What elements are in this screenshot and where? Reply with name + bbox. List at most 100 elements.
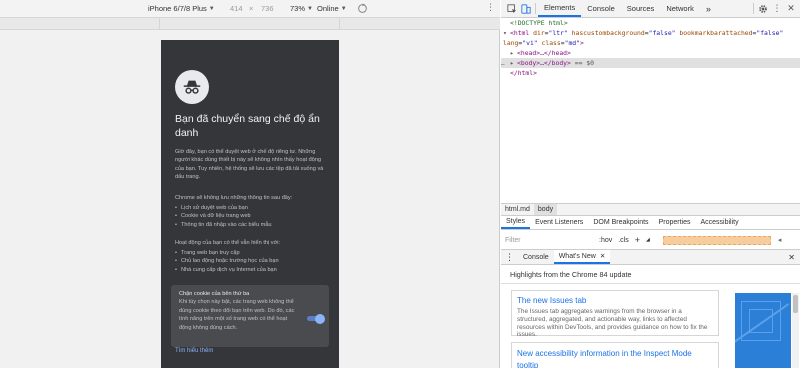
list-item: Trang web bạn truy cập <box>175 249 327 258</box>
incognito-page: Bạn đã chuyển sang chế độ ẩn danh Giờ đâ… <box>161 40 339 368</box>
attr-value: "false" <box>648 29 676 37</box>
width-input[interactable]: 414 <box>230 4 243 13</box>
block-cookies-toggle[interactable] <box>307 313 325 324</box>
collapse-icon[interactable]: ◂ <box>775 236 785 244</box>
computed-menu-icon[interactable]: ◢ <box>643 237 653 243</box>
visible-list: Trang web bạn truy cập Chủ lao động hoặc… <box>175 249 327 275</box>
dimension-separator: × <box>249 4 254 13</box>
device-toolbar-icon[interactable] <box>519 0 533 17</box>
breadcrumb: html.md body <box>501 203 800 216</box>
triangle-right-icon[interactable]: ▸ <box>510 58 517 68</box>
triangle-right-icon[interactable]: ▸ <box>510 48 517 58</box>
zoom-value: 73% <box>290 4 306 13</box>
selected-marker: == $0 <box>574 59 594 67</box>
tab-dom-breakpoints[interactable]: DOM Breakpoints <box>588 216 653 229</box>
sidebar-tabs: Styles Event Listeners DOM Breakpoints P… <box>501 216 800 230</box>
network-select[interactable]: Online ▼ <box>317 4 347 13</box>
toggle-knob <box>315 313 325 324</box>
drawer-tabbar: ⋮ Console What's New ✕ ✕ <box>501 250 800 265</box>
list-item: Nhà cung cấp dịch vụ Internet của bạn <box>175 266 327 275</box>
more-options-icon[interactable]: ⋮ <box>486 2 495 13</box>
tree-node-body-selected[interactable]: ▸ <body>…</body> == $0 <box>501 58 800 68</box>
cookie-card-description: Khi tùy chọn này bật, các trang web khôn… <box>179 299 295 331</box>
news-card-title[interactable]: The new Issues tab <box>517 296 713 305</box>
not-saved-heading: Chrome sẽ không lưu những thông tin sau … <box>175 195 293 201</box>
tree-node-html[interactable]: ▾ <html dir="ltr" hascustombackground="fa… <box>503 28 783 38</box>
attr-value: "md" <box>564 39 580 47</box>
triangle-down-icon[interactable]: ▾ <box>503 28 510 38</box>
attr-name: lang <box>503 39 519 47</box>
drawer-menu-icon[interactable]: ⋮ <box>501 250 518 264</box>
device-select[interactable]: iPhone 6/7/8 Plus ▼ <box>148 4 215 13</box>
new-style-rule-button[interactable]: + <box>632 235 643 245</box>
close-drawer-icon[interactable]: ✕ <box>783 250 800 264</box>
news-card[interactable]: New accessibility information in the Ins… <box>511 342 719 368</box>
device-name: iPhone 6/7/8 Plus <box>148 4 207 13</box>
gear-icon[interactable] <box>756 0 770 17</box>
tab-event-listeners[interactable]: Event Listeners <box>530 216 588 229</box>
drawer-tab-console[interactable]: Console <box>518 250 554 264</box>
tab-elements[interactable]: Elements <box>538 0 582 17</box>
news-card-title[interactable]: New accessibility information in the Ins… <box>517 348 713 368</box>
tab-sources[interactable]: Sources <box>621 0 661 17</box>
attr-name: hascustombackground <box>571 29 645 37</box>
attr-value: "vi" <box>522 39 538 47</box>
elements-tree: <!DOCTYPE html> ▾ <html dir="ltr" hascust… <box>501 18 800 202</box>
list-item: Lịch sử duyệt web của bạn <box>175 204 327 213</box>
page-title: Bạn đã chuyển sang chế độ ẩn danh <box>175 113 320 139</box>
doctype-text: <!DOCTYPE html> <box>510 19 568 27</box>
breadcrumb-html[interactable]: html.md <box>501 206 534 213</box>
attr-name: class <box>541 39 561 47</box>
hover-state-button[interactable]: :hov <box>596 237 615 244</box>
tab-console[interactable]: Console <box>581 0 621 17</box>
scrollbar[interactable] <box>792 293 799 368</box>
visible-heading: Hoạt động của bạn có thể vẫn hiển thị vớ… <box>175 240 281 246</box>
devtools-panel: Elements Console Sources Network » ⋮ ✕ <… <box>501 0 800 368</box>
chevron-down-icon: ▼ <box>307 5 313 12</box>
ruler-segment[interactable] <box>0 18 160 30</box>
scrollbar-thumb[interactable] <box>793 295 798 313</box>
breadcrumb-body[interactable]: body <box>533 204 558 215</box>
not-saved-list: Lịch sử duyệt web của bạn Cookie và dữ l… <box>175 204 327 230</box>
ruler-segment[interactable] <box>160 18 340 30</box>
list-item: Chủ lao động hoặc trường học của bạn <box>175 257 327 266</box>
tab-styles[interactable]: Styles <box>501 216 531 229</box>
zoom-select[interactable]: 73% ▼ <box>290 4 313 13</box>
divider <box>535 3 536 14</box>
tree-node-head[interactable]: ▸ <head>…</head> <box>510 48 571 58</box>
rotate-icon[interactable] <box>357 3 368 16</box>
height-input[interactable]: 736 <box>261 4 274 13</box>
close-icon[interactable]: ✕ <box>784 0 798 17</box>
inspect-element-icon[interactable] <box>505 0 519 17</box>
class-toggle-button[interactable]: .cls <box>615 237 632 244</box>
tag-bracket: > <box>580 39 584 47</box>
whats-new-heading: Highlights from the Chrome 84 update <box>510 270 632 279</box>
tab-network[interactable]: Network <box>660 0 700 17</box>
news-card-desc: The Issues tab aggregates warnings from … <box>517 308 708 339</box>
chevron-down-icon: ▼ <box>208 5 215 12</box>
kebab-menu-icon[interactable]: ⋮ <box>770 0 784 17</box>
box-model-preview <box>662 235 771 245</box>
tree-node-doctype[interactable]: <!DOCTYPE html> <box>510 18 568 28</box>
attr-value: "false" <box>756 29 784 37</box>
divider <box>753 3 754 14</box>
news-card[interactable]: The new Issues tab The Issues tab aggreg… <box>511 290 719 339</box>
tab-properties[interactable]: Properties <box>654 216 696 229</box>
attr-value: "ltr" <box>548 29 568 37</box>
tree-node-html-close[interactable]: </html> <box>510 68 537 78</box>
drawer-tab-label: What's New <box>558 252 596 260</box>
devtools-tabbar: Elements Console Sources Network » ⋮ ✕ <box>501 0 800 18</box>
styles-filter-input[interactable]: Filter <box>501 237 596 244</box>
tree-node-html-cont: lang="vi" class="md"> <box>503 39 584 47</box>
incognito-icon <box>175 70 209 104</box>
media-query-ruler <box>0 18 500 30</box>
list-item: Thông tin đã nhập vào các biểu mẫu <box>175 221 327 230</box>
more-tabs-button[interactable]: » <box>700 0 717 17</box>
drawer-tab-whats-new[interactable]: What's New ✕ <box>553 250 611 264</box>
tag-name: <html <box>510 29 530 37</box>
cookie-card-title: Chặn cookie của bên thứ ba <box>179 291 250 297</box>
close-icon[interactable]: ✕ <box>600 252 605 260</box>
tab-accessibility[interactable]: Accessibility <box>695 216 743 229</box>
learn-more-link[interactable]: Tìm hiểu thêm <box>175 348 213 354</box>
